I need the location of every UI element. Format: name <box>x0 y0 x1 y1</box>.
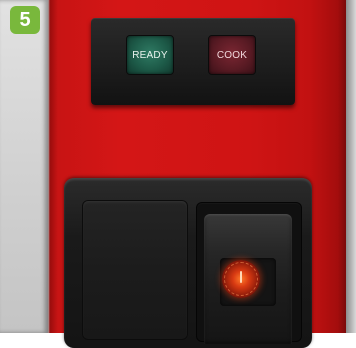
step-number-badge: 5 <box>10 6 40 34</box>
ready-indicator-light: READY <box>127 36 173 74</box>
appliance-front-panel: 5 READY COOK <box>0 0 356 348</box>
blank-switch-plate <box>82 200 188 340</box>
grey-side-trim <box>0 0 48 333</box>
cook-indicator-light: COOK <box>209 36 255 74</box>
grey-side-trim-right <box>346 0 356 333</box>
indicator-light-panel <box>91 18 295 105</box>
power-tick-mark <box>240 271 242 283</box>
